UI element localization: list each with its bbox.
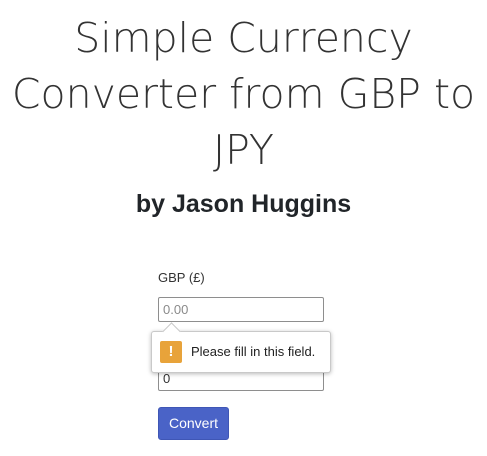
gbp-label: GBP (£) [158,270,205,285]
convert-button[interactable]: Convert [158,407,229,440]
tooltip-arrow [162,322,181,341]
validation-message: Please fill in this field. [191,344,316,359]
page-subtitle: by Jason Huggins [135,190,352,218]
page-title: Simple Currency Converter from GBP to JP… [11,14,476,174]
warning-icon: ! [160,341,182,363]
gbp-input[interactable] [158,297,324,322]
validation-tooltip: ! Please fill in this field. [151,322,331,373]
